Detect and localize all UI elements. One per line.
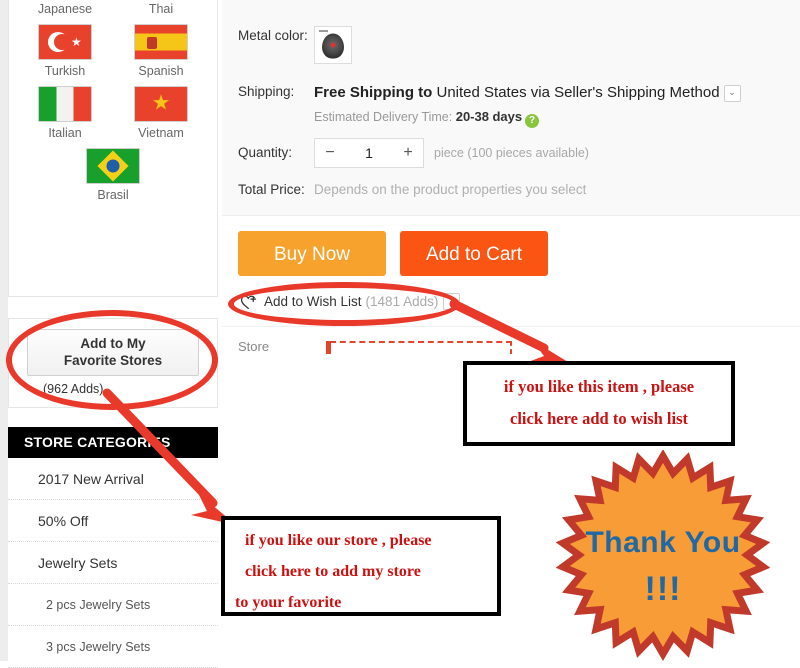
quantity-decrease-button[interactable]: − <box>315 144 345 162</box>
spanish-flag-icon <box>134 24 188 60</box>
language-item-thai[interactable]: Thai <box>113 1 209 18</box>
quantity-availability-note: piece (100 pieces available) <box>434 146 589 160</box>
favorite-adds-count: (962 Adds) <box>43 382 104 396</box>
product-info-panel: Metal color: Shipping: Free Shipping to … <box>222 0 800 216</box>
language-item-italian[interactable]: Italian <box>17 86 113 142</box>
shipping-destination-text: United States via Seller's Shipping Meth… <box>432 84 720 101</box>
shipping-method-text: Free Shipping to United States via Selle… <box>314 82 741 103</box>
metal-color-row: Metal color: <box>238 26 352 64</box>
shipping-chevron-down-icon[interactable]: ⌄ <box>723 85 741 102</box>
language-item-vietnam[interactable]: ★ Vietnam <box>113 86 209 142</box>
gem-dot-icon <box>330 42 336 48</box>
eta-unit: days <box>492 109 523 124</box>
total-price-label: Total Price: <box>238 182 305 197</box>
favorite-button-line2: Favorite Stores <box>63 353 163 368</box>
language-grid: Japanese Thai ★ Turkish Spanish Italian … <box>9 1 217 210</box>
add-to-wish-list-row[interactable]: Add to Wish List (1481 Adds) ⌄ <box>240 293 461 310</box>
swatch-tag-icon <box>319 30 328 32</box>
eta-days: 20-38 <box>455 109 489 124</box>
quantity-input[interactable]: 1 <box>345 145 393 161</box>
estimated-delivery-row: Estimated Delivery Time: 20-38 days? <box>314 108 741 128</box>
wish-list-label: Add to Wish List <box>264 294 362 309</box>
language-label: Brasil <box>97 188 129 202</box>
eta-label: Estimated Delivery Time: <box>314 110 453 124</box>
category-item-2017-new-arrival[interactable]: 2017 New Arrival <box>8 458 218 500</box>
quantity-increase-button[interactable]: + <box>393 144 423 162</box>
category-item-jewelry-sets[interactable]: Jewelry Sets <box>8 542 218 584</box>
store-label: Store <box>238 339 270 354</box>
note-line-3: to your favorite <box>235 594 342 611</box>
note-line-1: if you like this item , please <box>503 377 695 396</box>
shipping-label: Shipping: <box>238 84 295 99</box>
brasil-flag-icon <box>86 148 140 184</box>
wish-list-chevron-down-icon[interactable]: ⌄ <box>443 293 461 310</box>
metal-color-label: Metal color: <box>238 28 308 43</box>
language-label: Vietnam <box>138 126 184 140</box>
language-label: Spanish <box>138 64 184 78</box>
language-label: Japanese <box>37 2 93 16</box>
category-item-50-off[interactable]: 50% Off <box>8 500 218 542</box>
shipping-row: Shipping: Free Shipping to United States… <box>238 82 741 128</box>
total-price-value: Depends on the product properties you se… <box>314 182 587 197</box>
vietnam-flag-icon: ★ <box>134 86 188 122</box>
store-placeholder-bar <box>326 341 512 354</box>
language-item-turkish[interactable]: ★ Turkish <box>17 24 113 80</box>
language-flags-panel: Japanese Thai ★ Turkish Spanish Italian … <box>8 0 218 297</box>
quantity-stepper[interactable]: − 1 + <box>314 138 424 168</box>
shipping-details: Free Shipping to United States via Selle… <box>314 82 741 128</box>
thank-you-text: Thank You <box>585 526 741 559</box>
heart-plus-icon <box>240 295 257 309</box>
store-categories-list: 2017 New Arrival 50% Off Jewelry Sets 2 … <box>8 458 218 668</box>
language-item-japanese[interactable]: Japanese <box>17 1 113 18</box>
quantity-row: Quantity: − 1 + piece (100 pieces availa… <box>238 138 589 168</box>
shipping-free-text: Free Shipping to <box>314 84 433 101</box>
italian-flag-icon <box>38 86 92 122</box>
category-item-2-pcs-jewelry-sets[interactable]: 2 pcs Jewelry Sets <box>8 584 218 626</box>
note-line-2: click here to add my store <box>245 563 421 580</box>
note-line-2: click here add to wish list <box>510 409 688 428</box>
favorite-store-panel: Add to My Favorite Stores (962 Adds) <box>8 318 218 408</box>
category-item-3-pcs-jewelry-sets[interactable]: 3 pcs Jewelry Sets <box>8 626 218 668</box>
favorite-button-line1: Add to My <box>80 336 146 351</box>
wish-list-count: (1481 Adds) <box>365 294 439 309</box>
annotation-note-wish-list: if you like this item , please click her… <box>463 361 735 446</box>
note-line-1: if you like our store , please <box>245 532 432 549</box>
annotation-note-favorite-store: if you like our store , please click her… <box>221 516 501 616</box>
language-item-brasil[interactable]: Brasil <box>17 148 209 204</box>
language-label: Thai <box>148 2 174 16</box>
add-to-favorite-stores-button[interactable]: Add to My Favorite Stores <box>27 329 199 376</box>
page-left-gutter <box>0 0 8 661</box>
turkish-flag-icon: ★ <box>38 24 92 60</box>
thank-you-badge: Thank You !!! <box>556 450 770 661</box>
quantity-label: Quantity: <box>238 145 293 160</box>
total-price-row: Total Price: Depends on the product prop… <box>238 180 586 200</box>
buy-now-button[interactable]: Buy Now <box>238 231 386 276</box>
store-categories-header: STORE CATEGORIES <box>8 427 218 458</box>
language-item-spanish[interactable]: Spanish <box>113 24 209 80</box>
add-to-cart-button[interactable]: Add to Cart <box>400 231 548 276</box>
language-label: Italian <box>48 126 82 140</box>
help-question-icon[interactable]: ? <box>525 114 540 128</box>
metal-color-swatch[interactable] <box>314 26 352 64</box>
sidebar: Japanese Thai ★ Turkish Spanish Italian … <box>8 0 218 668</box>
language-label: Turkish <box>44 64 86 78</box>
thank-you-exclamation: !!! <box>644 570 682 608</box>
action-buttons-row: Buy Now Add to Cart <box>238 231 548 276</box>
